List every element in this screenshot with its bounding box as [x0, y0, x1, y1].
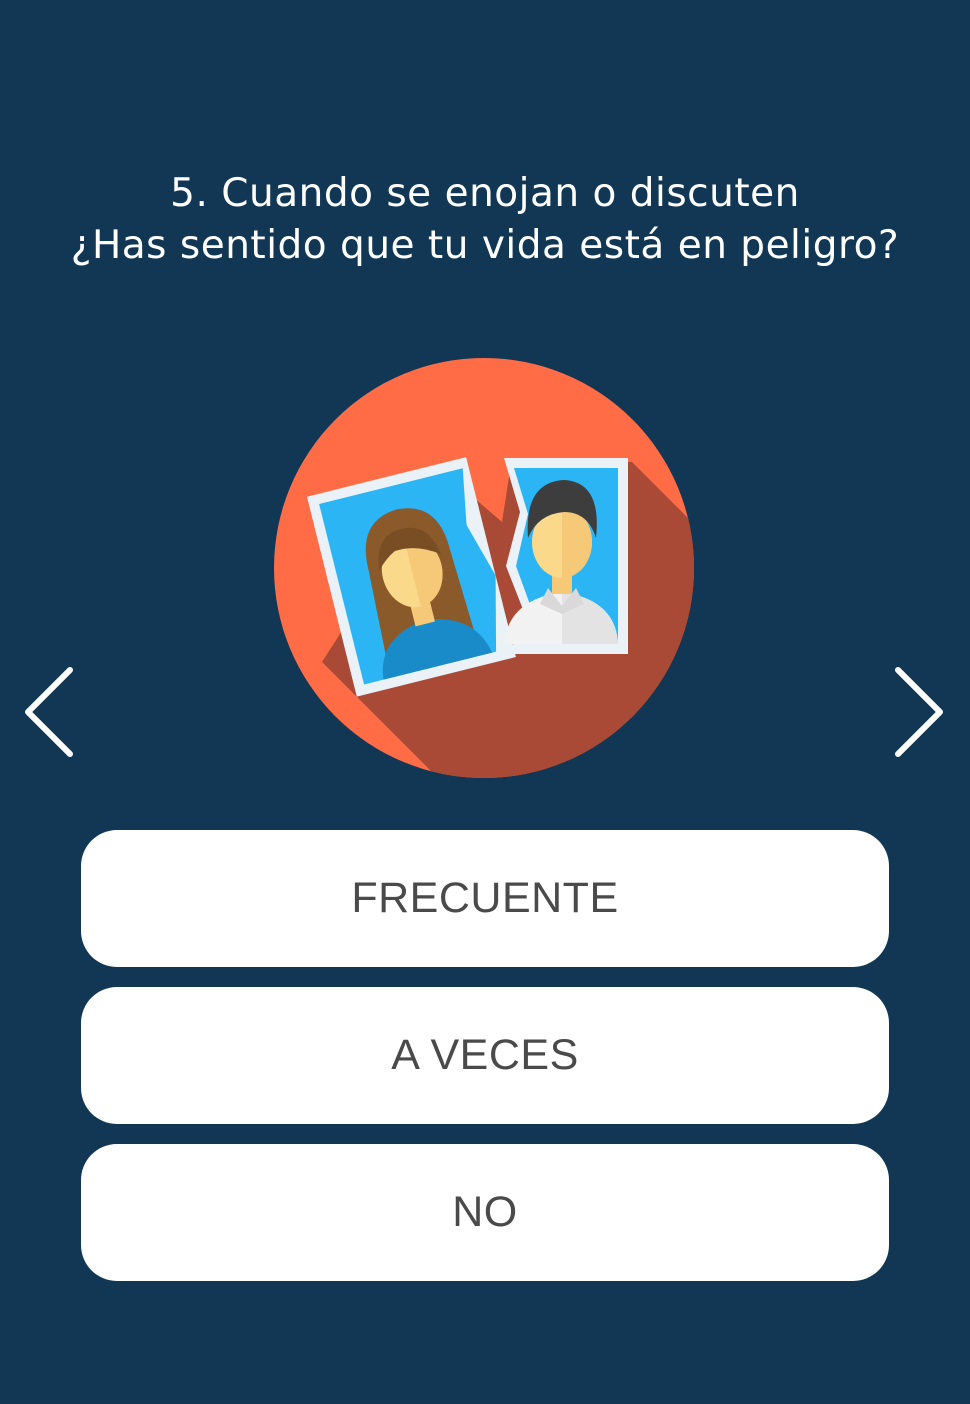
torn-couple-photo-icon	[274, 358, 694, 778]
man-photo	[504, 458, 628, 654]
question-line-2: ¿Has sentido que tu vida está en peligro…	[70, 223, 900, 268]
answer-options: FRECUENTE A VECES NO	[81, 830, 889, 1281]
chevron-right-icon[interactable]	[888, 664, 948, 764]
answer-no-button[interactable]: NO	[81, 1144, 889, 1281]
answer-a-veces-button[interactable]: A VECES	[81, 987, 889, 1124]
chevron-left-icon[interactable]	[18, 664, 78, 764]
answer-frecuente-button[interactable]: FRECUENTE	[81, 830, 889, 967]
question-text: 5. Cuando se enojan o discuten ¿Has sent…	[0, 168, 970, 272]
question-line-1: 5. Cuando se enojan o discuten	[170, 171, 800, 216]
